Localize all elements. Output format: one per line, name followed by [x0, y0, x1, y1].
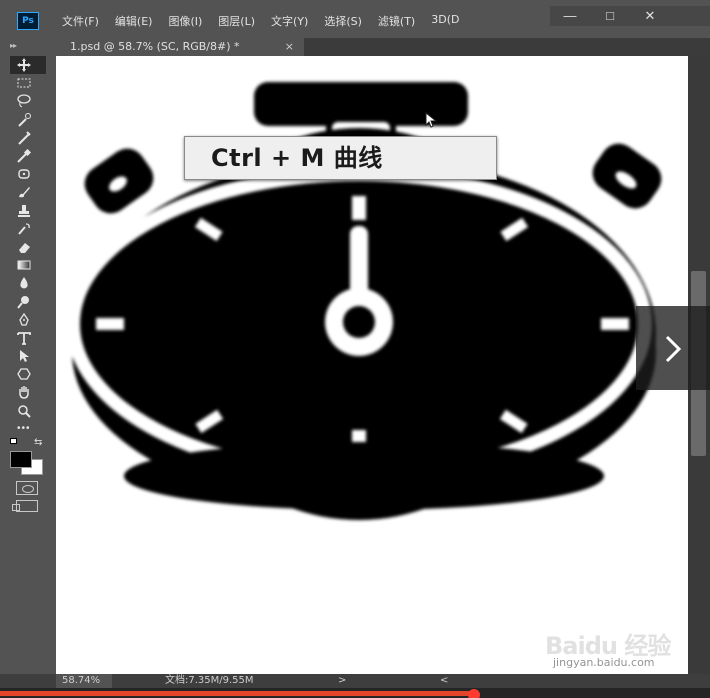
- brush-tool-icon[interactable]: [10, 183, 46, 201]
- menu-image[interactable]: 图像(I): [168, 13, 202, 29]
- pen-tool-icon[interactable]: [10, 311, 46, 329]
- document-tab[interactable]: 1.psd @ 58.7% (SC, RGB/8#) * ×: [56, 38, 304, 56]
- chevron-right-icon: [665, 335, 682, 363]
- path-selection-tool-icon[interactable]: [10, 347, 46, 365]
- screen-mode-icon[interactable]: [12, 500, 38, 512]
- menu-type[interactable]: 文字(Y): [271, 13, 308, 29]
- eraser-tool-icon[interactable]: [10, 238, 46, 256]
- mouse-cursor-icon: [425, 112, 438, 128]
- document-canvas[interactable]: Ctrl + M 曲线: [56, 56, 688, 674]
- status-menu-arrow-icon[interactable]: >: [338, 674, 346, 688]
- color-swatches: ⇆: [8, 433, 50, 475]
- menu-layer[interactable]: 图层(L): [218, 13, 255, 29]
- menu-3d[interactable]: 3D(D: [431, 13, 459, 29]
- shape-tool-icon[interactable]: [10, 365, 46, 383]
- dodge-tool-icon[interactable]: [10, 292, 46, 310]
- blur-tool-icon[interactable]: [10, 274, 46, 292]
- main-menu: 文件(F) 编辑(E) 图像(I) 图层(L) 文字(Y) 选择(S) 滤镜(T…: [62, 13, 475, 29]
- zoom-level-field[interactable]: 58.74%: [56, 674, 112, 688]
- document-tab-row: 1.psd @ 58.7% (SC, RGB/8#) * ×: [0, 38, 710, 56]
- video-progress-fill: [0, 691, 474, 696]
- lasso-tool-icon[interactable]: [10, 92, 46, 110]
- type-tool-icon[interactable]: [10, 329, 46, 347]
- quick-mask-icon[interactable]: [16, 481, 38, 495]
- shortcut-overlay-label: Ctrl + M 曲线: [184, 136, 497, 180]
- watermark-url: jingyan.baidu.com: [553, 656, 655, 669]
- restore-button[interactable]: □: [590, 6, 630, 26]
- video-progress-bar[interactable]: [0, 688, 710, 698]
- history-brush-tool-icon[interactable]: [10, 220, 46, 238]
- move-tool-icon[interactable]: [10, 56, 46, 75]
- window-controls: — □ ✕: [550, 6, 710, 26]
- zoom-tool-icon[interactable]: [10, 402, 46, 420]
- close-tab-icon[interactable]: ×: [285, 38, 294, 56]
- crop-tool-icon[interactable]: [10, 129, 46, 147]
- photoshop-logo[interactable]: Ps: [17, 12, 39, 30]
- gradient-tool-icon[interactable]: [10, 256, 46, 274]
- swap-colors-icon[interactable]: ⇆: [34, 437, 42, 448]
- clone-stamp-tool-icon[interactable]: [10, 202, 46, 220]
- marquee-tool-icon[interactable]: [10, 74, 46, 92]
- eyedropper-tool-icon[interactable]: [10, 147, 46, 165]
- collapse-panel-icon[interactable]: ▸▸: [10, 41, 17, 50]
- menu-bar: Ps 文件(F) 编辑(E) 图像(I) 图层(L) 文字(Y) 选择(S) 滤…: [0, 0, 710, 38]
- menu-file[interactable]: 文件(F): [62, 13, 99, 29]
- document-tab-title: 1.psd @ 58.7% (SC, RGB/8#) *: [70, 40, 240, 53]
- quick-selection-tool-icon[interactable]: [10, 111, 46, 129]
- next-slide-button[interactable]: [636, 306, 710, 390]
- baidu-jingyan-watermark: Baidu 经验 jingyan.baidu.com: [545, 618, 705, 678]
- menu-select[interactable]: 选择(S): [324, 13, 362, 29]
- close-window-button[interactable]: ✕: [630, 6, 670, 26]
- foreground-color-swatch[interactable]: [10, 451, 32, 468]
- tools-panel: ▸▸ ••• ⇆: [0, 38, 56, 674]
- video-progress-knob[interactable]: [468, 689, 480, 698]
- healing-brush-tool-icon[interactable]: [10, 165, 46, 183]
- menu-edit[interactable]: 编辑(E): [115, 13, 153, 29]
- document-size-info: 文档:7.35M/9.55M: [165, 675, 254, 686]
- menu-filter[interactable]: 滤镜(T): [378, 13, 415, 29]
- scroll-left-arrow-icon[interactable]: <: [440, 674, 448, 688]
- hand-tool-icon[interactable]: [10, 383, 46, 401]
- default-colors-icon[interactable]: [10, 438, 17, 444]
- minimize-button[interactable]: —: [550, 6, 590, 26]
